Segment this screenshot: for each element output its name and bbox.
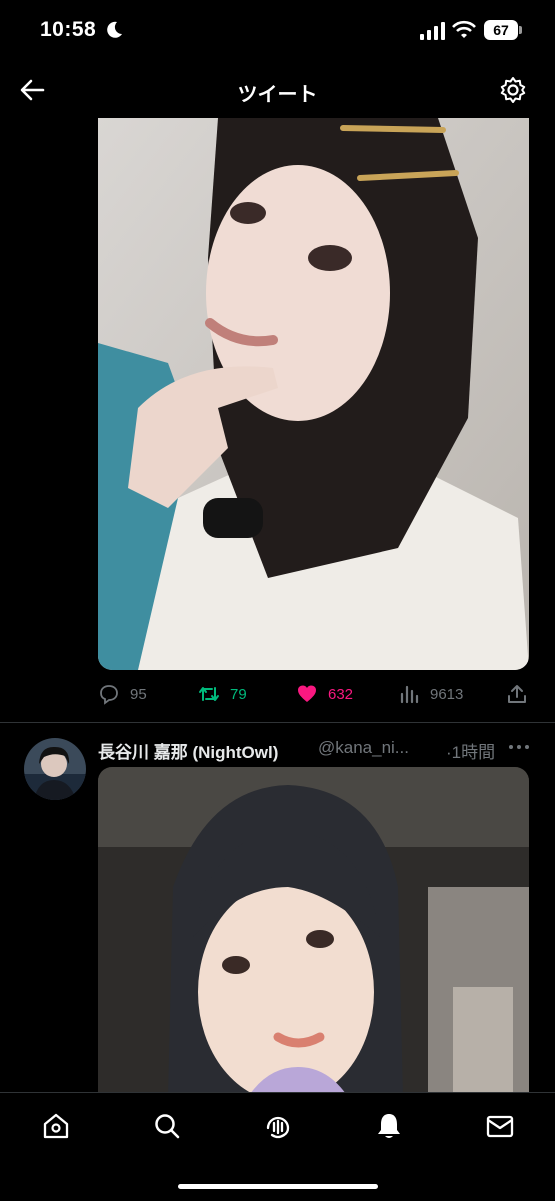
battery-level: 67 [484, 20, 518, 40]
battery-tip [519, 26, 522, 34]
user-handle[interactable]: @kana_ni... [318, 738, 409, 758]
views-count: 9613 [430, 685, 464, 703]
tweet-header: 長谷川 嘉那 (NightOwl) @kana_ni... ·1時間 [98, 738, 538, 763]
wifi-icon [452, 20, 476, 38]
tweet-photo[interactable] [98, 118, 529, 670]
photo-illustration [98, 767, 529, 1097]
status-bar: 10:58 67 [0, 0, 555, 62]
like-button[interactable]: 632 [296, 680, 353, 708]
retweet-button[interactable]: 79 [198, 680, 247, 708]
reply-button[interactable]: 95 [98, 680, 147, 708]
home-indicator [178, 1184, 378, 1189]
status-time: 10:58 [40, 18, 97, 41]
heart-icon [298, 685, 316, 702]
spaces-icon[interactable] [263, 1111, 293, 1141]
reply-count: 95 [130, 685, 147, 703]
share-icon [508, 685, 526, 703]
share-button[interactable] [506, 680, 538, 708]
tweet-timestamp: ·1時間 [446, 743, 496, 762]
avatar[interactable] [24, 738, 86, 800]
like-count: 632 [328, 685, 354, 703]
tweet-photo[interactable] [98, 767, 529, 1097]
gear-icon[interactable] [498, 75, 528, 105]
photo-illustration [98, 118, 529, 670]
retweet-icon [199, 687, 219, 701]
avatar-image [24, 738, 86, 800]
notifications-icon[interactable] [374, 1111, 404, 1141]
retweet-count: 79 [230, 685, 247, 703]
page-title: ツイート [237, 84, 318, 106]
home-icon[interactable] [41, 1111, 71, 1141]
cellular-signal-icon [420, 22, 445, 40]
analytics-icon [400, 685, 419, 704]
moon-icon [107, 21, 122, 38]
tweet-divider [0, 722, 555, 723]
views-button[interactable]: 9613 [398, 680, 463, 708]
top-header: ツイート [0, 62, 555, 118]
search-icon[interactable] [152, 1111, 182, 1141]
more-options-icon[interactable] [508, 740, 530, 754]
messages-icon[interactable] [485, 1111, 515, 1141]
reply-icon [100, 685, 118, 705]
tweet-actions: 95 79 632 9613 [98, 680, 529, 708]
display-name[interactable]: 長谷川 嘉那 (NightOwl) [98, 738, 278, 763]
